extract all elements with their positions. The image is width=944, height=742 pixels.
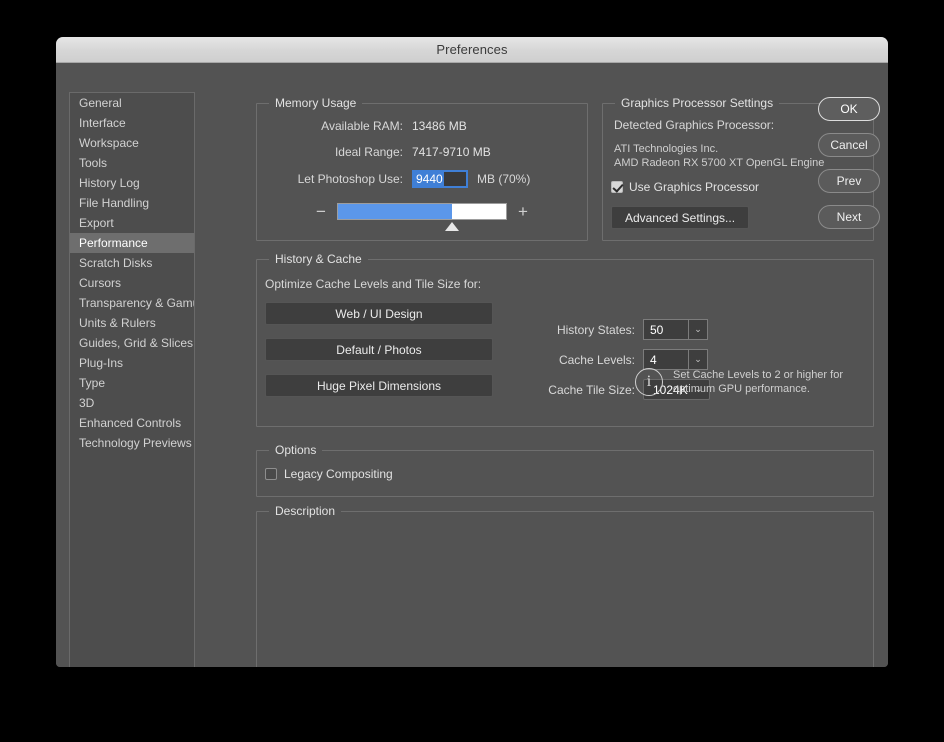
ideal-range-row: Ideal Range: 7417-9710 MB — [257, 145, 491, 159]
window-titlebar[interactable]: Preferences — [56, 37, 888, 63]
graphics-processor-legend: Graphics Processor Settings — [615, 96, 779, 110]
cache-info-line-1: Set Cache Levels to 2 or higher for — [673, 369, 843, 381]
history-states-value: 50 — [644, 320, 688, 339]
let-photoshop-use-value: 9440 — [414, 172, 444, 187]
info-icon: i — [635, 368, 663, 396]
description-group: Description — [256, 511, 874, 667]
gpu-renderer: AMD Radeon RX 5700 XT OpenGL Engine — [614, 156, 824, 170]
ok-button[interactable]: OK — [818, 97, 880, 121]
sidebar-item-cursors[interactable]: Cursors — [70, 273, 194, 293]
legacy-compositing-checkbox-row[interactable]: Legacy Compositing — [265, 467, 393, 481]
cache-levels-combobox[interactable]: 4 ⌄ — [643, 349, 708, 370]
dialog-body: GeneralInterfaceWorkspaceToolsHistory Lo… — [56, 63, 888, 667]
description-legend: Description — [269, 504, 341, 518]
detected-gpu-label: Detected Graphics Processor: — [614, 118, 774, 132]
optimize-cache-label: Optimize Cache Levels and Tile Size for: — [265, 277, 481, 291]
options-legend: Options — [269, 443, 322, 457]
history-states-label: History States: — [455, 323, 643, 337]
dialog-action-buttons: OK Cancel Prev Next — [818, 97, 880, 241]
chevron-down-icon[interactable]: ⌄ — [688, 350, 707, 369]
cache-levels-label: Cache Levels: — [455, 353, 643, 367]
cache-tile-size-label: Cache Tile Size: — [455, 383, 643, 397]
cache-info-line-2: optimum GPU performance. — [673, 383, 810, 395]
memory-slider-track[interactable] — [337, 203, 507, 220]
use-graphics-processor-label: Use Graphics Processor — [623, 180, 759, 194]
prev-button[interactable]: Prev — [818, 169, 880, 193]
sidebar-item-history-log[interactable]: History Log — [70, 173, 194, 193]
sidebar-item-general[interactable]: General — [70, 93, 194, 113]
sidebar-item-workspace[interactable]: Workspace — [70, 133, 194, 153]
ideal-range-label: Ideal Range: — [257, 145, 412, 159]
sidebar-item-enhanced-controls[interactable]: Enhanced Controls — [70, 413, 194, 433]
sidebar-item-scratch-disks[interactable]: Scratch Disks — [70, 253, 194, 273]
legacy-compositing-checkbox[interactable] — [265, 468, 277, 480]
legacy-compositing-label: Legacy Compositing — [277, 467, 393, 481]
next-button[interactable]: Next — [818, 205, 880, 229]
memory-slider-row: − + — [313, 203, 531, 220]
cache-levels-value: 4 — [644, 350, 688, 369]
use-graphics-processor-checkbox[interactable] — [611, 181, 623, 193]
cache-info-text: Set Cache Levels to 2 or higher for opti… — [663, 368, 843, 396]
window-title: Preferences — [436, 42, 507, 57]
sidebar-item-3d[interactable]: 3D — [70, 393, 194, 413]
let-photoshop-use-suffix: MB (70%) — [468, 172, 530, 186]
let-photoshop-use-row: Let Photoshop Use: 9440 MB (70%) — [257, 170, 530, 188]
chevron-down-icon[interactable]: ⌄ — [688, 320, 707, 339]
sidebar-item-transparency-gamut[interactable]: Transparency & Gamut — [70, 293, 194, 313]
ideal-range-value: 7417-9710 MB — [412, 145, 491, 159]
history-states-combobox[interactable]: 50 ⌄ — [643, 319, 708, 340]
cancel-button[interactable]: Cancel — [818, 133, 880, 157]
detected-gpu-info: ATI Technologies Inc. AMD Radeon RX 5700… — [614, 142, 824, 170]
slider-increment-icon[interactable]: + — [515, 207, 531, 217]
advanced-settings-button[interactable]: Advanced Settings... — [611, 206, 749, 229]
sidebar-item-units-rulers[interactable]: Units & Rulers — [70, 313, 194, 333]
memory-slider-thumb[interactable] — [445, 222, 459, 231]
options-group: Options Legacy Compositing — [256, 450, 874, 497]
use-graphics-processor-checkbox-row[interactable]: Use Graphics Processor — [611, 180, 759, 194]
sidebar-item-export[interactable]: Export — [70, 213, 194, 233]
history-and-cache-group: History & Cache Optimize Cache Levels an… — [256, 259, 874, 427]
sidebar-item-file-handling[interactable]: File Handling — [70, 193, 194, 213]
sidebar-item-type[interactable]: Type — [70, 373, 194, 393]
memory-usage-legend: Memory Usage — [269, 96, 362, 110]
available-ram-label: Available RAM: — [257, 119, 412, 133]
cache-info-block: i Set Cache Levels to 2 or higher for op… — [635, 368, 843, 396]
sidebar-item-tools[interactable]: Tools — [70, 153, 194, 173]
sidebar-item-performance[interactable]: Performance — [70, 233, 194, 253]
available-ram-value: 13486 MB — [412, 119, 467, 133]
preferences-category-list[interactable]: GeneralInterfaceWorkspaceToolsHistory Lo… — [69, 92, 195, 667]
slider-decrement-icon[interactable]: − — [313, 207, 329, 217]
memory-usage-group: Memory Usage Available RAM: 13486 MB Ide… — [256, 103, 588, 241]
sidebar-item-interface[interactable]: Interface — [70, 113, 194, 133]
history-states-row: History States: 50 ⌄ — [455, 319, 708, 340]
available-ram-row: Available RAM: 13486 MB — [257, 119, 467, 133]
preferences-dialog: Preferences GeneralInterfaceWorkspaceToo… — [56, 37, 888, 667]
gpu-vendor: ATI Technologies Inc. — [614, 142, 824, 156]
cache-levels-row: Cache Levels: 4 ⌄ — [455, 349, 708, 370]
sidebar-item-guides-grid-slices[interactable]: Guides, Grid & Slices — [70, 333, 194, 353]
let-photoshop-use-label: Let Photoshop Use: — [257, 172, 412, 186]
history-and-cache-legend: History & Cache — [269, 252, 368, 266]
memory-slider-fill — [338, 204, 452, 219]
sidebar-item-technology-previews[interactable]: Technology Previews — [70, 433, 194, 453]
sidebar-item-plug-ins[interactable]: Plug-Ins — [70, 353, 194, 373]
let-photoshop-use-input[interactable]: 9440 — [412, 170, 468, 188]
